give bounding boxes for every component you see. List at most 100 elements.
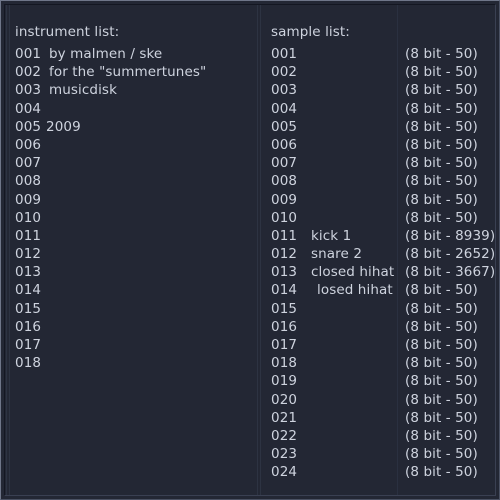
instrument-row-index: 014 — [15, 282, 42, 299]
instrument-list-rows[interactable]: 001 by malmen / ske 002 for the "summertune… — [5, 45, 261, 372]
instrument-row-name: 2009 — [46, 118, 81, 135]
sample-row-info: (8 bit - 50) — [405, 191, 478, 208]
instrument-row[interactable]: 015 — [5, 300, 261, 318]
instrument-row[interactable]: 003 musicdisk — [5, 81, 261, 99]
sample-row-index: 007 — [271, 155, 298, 172]
instrument-row[interactable]: 007 — [5, 154, 261, 172]
instrument-row[interactable]: 013 — [5, 263, 261, 281]
sample-row[interactable]: 019 (8 bit - 50) — [261, 372, 495, 390]
instrument-row-index: 008 — [15, 173, 42, 190]
sample-row-info: (8 bit - 50) — [405, 118, 478, 135]
instrument-row-name: musicdisk — [49, 82, 117, 99]
instrument-row-index: 013 — [15, 264, 42, 281]
sample-row[interactable]: 004 (8 bit - 50) — [261, 100, 495, 118]
sample-row-index: 010 — [271, 209, 298, 226]
instrument-row[interactable]: 017 — [5, 336, 261, 354]
sample-row-index: 002 — [271, 64, 298, 81]
sample-row[interactable]: 014 losed hihat (8 bit - 50) — [261, 281, 495, 299]
sample-list-rows[interactable]: 001 (8 bit - 50) 002 (8 bit - 50) 003 (8 bit … — [261, 45, 496, 482]
sample-row[interactable]: 011 kick 1 (8 bit - 8939) — [261, 227, 495, 245]
sample-row[interactable]: 001 (8 bit - 50) — [261, 45, 495, 63]
sample-row[interactable]: 003 (8 bit - 50) — [261, 81, 495, 99]
sample-row-index: 017 — [271, 337, 298, 353]
sample-row-index: 018 — [271, 355, 298, 372]
instrument-row-index: 016 — [15, 318, 42, 335]
instrument-row[interactable]: 009 — [5, 191, 261, 209]
sample-row-info: (8 bit - 50) — [405, 373, 478, 390]
instrument-row-index: 018 — [15, 355, 42, 372]
sample-row[interactable]: 024 (8 bit - 50) — [261, 463, 495, 481]
instrument-row[interactable]: 018 — [5, 354, 261, 372]
sample-row[interactable]: 007 (8 bit - 50) — [261, 154, 495, 172]
sample-row-info: (8 bit - 50) — [405, 155, 478, 172]
sample-row-index: 009 — [271, 191, 298, 208]
sample-list-heading: sample list: — [271, 24, 350, 40]
sample-row-index: 016 — [271, 318, 298, 335]
sample-row[interactable]: 018 (8 bit - 50) — [261, 354, 495, 372]
instrument-row-index: 009 — [15, 191, 42, 208]
instrument-row[interactable]: 002 for the "summertunes" — [5, 63, 261, 81]
instrument-row-index: 015 — [15, 300, 42, 317]
window-content-area: instrument list: 001 by malmen / ske 002 fo… — [4, 4, 496, 496]
instrument-row-index: 005 — [15, 118, 42, 135]
sample-row-info: (8 bit - 50) — [405, 82, 478, 99]
sample-row[interactable]: 008 (8 bit - 50) — [261, 172, 495, 190]
instrument-row-index: 002 — [15, 64, 42, 81]
sample-row-name: kick 1 — [311, 227, 352, 244]
sample-row[interactable]: 023 (8 bit - 50) — [261, 445, 495, 463]
instrument-row-index: 006 — [15, 136, 42, 153]
instrument-row[interactable]: 010 — [5, 209, 261, 227]
sample-row[interactable]: 013 closed hihat (8 bit - 3667) — [261, 263, 496, 281]
instrument-row[interactable]: 005 2009 — [5, 118, 261, 136]
instrument-row[interactable]: 008 — [5, 172, 261, 190]
instrument-row-index: 017 — [15, 337, 42, 353]
sample-row[interactable]: 017 (8 bit - 50) — [261, 336, 495, 354]
sample-row[interactable]: 022 (8 bit - 50) — [261, 427, 495, 445]
sample-row-info: (8 bit - 3667) — [405, 264, 496, 281]
sample-row-index: 003 — [271, 82, 298, 99]
sample-row-index: 004 — [271, 100, 298, 117]
sample-row-info: (8 bit - 50) — [405, 427, 478, 444]
sample-row[interactable]: 002 (8 bit - 50) — [261, 63, 495, 81]
sample-row[interactable]: 020 (8 bit - 50) — [261, 391, 495, 409]
sample-row-index: 023 — [271, 446, 298, 463]
sample-row-name: losed hihat — [317, 282, 393, 299]
sample-row[interactable]: 015 (8 bit - 50) — [261, 300, 495, 318]
sample-list-panel: sample list: 001 (8 bit - 50) 002 (8 bit - … — [261, 5, 496, 495]
instrument-row-index: 007 — [15, 155, 42, 172]
sample-row-index: 011 — [271, 227, 298, 244]
sample-row-info: (8 bit - 50) — [405, 464, 478, 481]
instrument-row[interactable]: 011 — [5, 227, 261, 245]
sample-row[interactable]: 021 (8 bit - 50) — [261, 409, 495, 427]
sample-row[interactable]: 010 (8 bit - 50) — [261, 209, 495, 227]
sample-row-index: 008 — [271, 173, 298, 190]
instrument-row[interactable]: 012 — [5, 245, 261, 263]
instrument-row[interactable]: 014 — [5, 281, 261, 299]
instrument-row-index: 012 — [15, 246, 42, 263]
instrument-row[interactable]: 016 — [5, 318, 261, 336]
instrument-row[interactable]: 001 by malmen / ske — [5, 45, 261, 63]
instrument-row-index: 011 — [15, 227, 42, 244]
instrument-row[interactable]: 004 — [5, 100, 261, 118]
sample-row[interactable]: 005 (8 bit - 50) — [261, 118, 495, 136]
instrument-row-index: 001 — [15, 46, 42, 62]
sample-row[interactable]: 016 (8 bit - 50) — [261, 318, 495, 336]
instrument-row[interactable]: 006 — [5, 136, 261, 154]
sample-row-index: 020 — [271, 391, 298, 408]
sample-row-index: 019 — [271, 373, 298, 390]
sample-row-index: 015 — [271, 300, 298, 317]
instrument-row-index: 004 — [15, 100, 42, 117]
instrument-list-heading: instrument list: — [15, 24, 120, 40]
sample-row-info: (8 bit - 50) — [405, 337, 478, 353]
sample-row-info: (8 bit - 50) — [405, 136, 478, 153]
sample-row[interactable]: 009 (8 bit - 50) — [261, 191, 495, 209]
sample-row-info: (8 bit - 50) — [405, 391, 478, 408]
sample-row-index: 001 — [271, 46, 298, 62]
instrument-row-index: 003 — [15, 82, 42, 99]
sample-row[interactable]: 006 (8 bit - 50) — [261, 136, 495, 154]
sample-row-info: (8 bit - 50) — [405, 209, 478, 226]
sample-row[interactable]: 012 snare 2 (8 bit - 2652) — [261, 245, 495, 263]
sample-row-index: 005 — [271, 118, 298, 135]
sample-row-info: (8 bit - 50) — [405, 300, 478, 317]
sample-row-index: 013 — [271, 264, 298, 281]
